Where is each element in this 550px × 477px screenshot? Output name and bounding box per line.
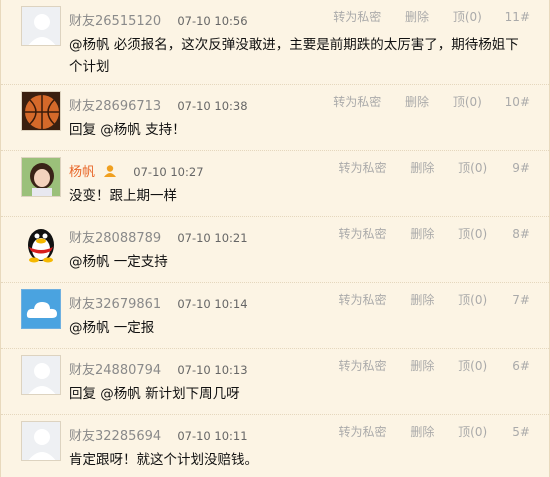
user-name-link[interactable]: 财友32679861 [69,297,161,312]
comment-item: 财友26515120 07-10 10:56 转为私密 删除 顶(0) 11# … [1,0,550,85]
user-name-link[interactable]: 财友24880794 [69,363,161,378]
floor-number: 10# [504,95,530,109]
comment-text: 没变！跟上期一样 [69,188,177,204]
upvote-link[interactable]: 顶(0) [458,423,506,440]
delete-link[interactable]: 删除 [410,225,454,242]
delete-link[interactable]: 删除 [410,291,454,308]
floor-number: 6# [512,359,530,373]
comment-text: 回复 @杨帆 支持！ [69,122,186,138]
comment-meta: 财友24880794 07-10 10:13 [69,359,248,378]
floor-number: 8# [512,227,530,241]
upvote-link[interactable]: 顶(0) [458,291,506,308]
floor-number: 7# [512,293,530,307]
comment-time: 07-10 10:38 [177,99,248,113]
user-name-link[interactable]: 财友28696713 [69,99,161,114]
comment-time: 07-10 10:21 [177,231,248,245]
make-private-link[interactable]: 转为私密 [333,93,401,110]
comment-actions: 转为私密 删除 顶(0) 7# [339,291,530,308]
make-private-link[interactable]: 转为私密 [339,357,407,374]
comment-meta: 财友32285694 07-10 10:11 [69,425,248,444]
cloud-avatar[interactable] [21,289,61,329]
comment-actions: 转为私密 删除 顶(0) 10# [333,93,530,110]
basketball-photo-avatar[interactable] [21,91,61,131]
user-name-link[interactable]: 财友26515120 [69,14,161,29]
comment-actions: 转为私密 删除 顶(0) 6# [339,357,530,374]
verified-user-icon [103,164,117,182]
upvote-link[interactable]: 顶(0) [453,8,501,25]
upvote-link[interactable]: 顶(0) [458,159,506,176]
default-avatar-icon[interactable] [21,421,61,461]
comment-item: 财友32285694 07-10 10:11 转为私密 删除 顶(0) 5# 肯… [1,415,550,477]
comment-time: 07-10 10:27 [133,165,204,179]
comment-time: 07-10 10:11 [177,429,248,443]
user-name-link[interactable]: 财友28088789 [69,231,161,246]
user-name-link[interactable]: 财友32285694 [69,429,161,444]
make-private-link[interactable]: 转为私密 [333,8,401,25]
comment-meta: 杨帆 07-10 10:27 [69,161,204,182]
comment-text: @杨帆 一定报 [69,320,155,336]
delete-link[interactable]: 删除 [410,159,454,176]
comment-text: 回复 @杨帆 新计划下周几呀 [69,386,240,402]
girl-photo-avatar[interactable] [21,157,61,197]
comment-actions: 转为私密 删除 顶(0) 5# [339,423,530,440]
floor-number: 5# [512,425,530,439]
default-avatar-icon[interactable] [21,355,61,395]
comment-meta: 财友28088789 07-10 10:21 [69,227,248,246]
comment-text: @杨帆 必须报名，这次反弹没敢进，主要是前期跌的太厉害了，期待杨姐下个计划 [69,37,519,75]
comment-actions: 转为私密 删除 顶(0) 8# [339,225,530,242]
upvote-link[interactable]: 顶(0) [458,357,506,374]
comment-time: 07-10 10:56 [177,14,248,28]
comment-meta: 财友32679861 07-10 10:14 [69,293,248,312]
comment-item: 杨帆 07-10 10:27 转为私密 删除 顶(0) 9# 没变！跟上期一样 [1,151,550,217]
delete-link[interactable]: 删除 [405,8,449,25]
comment-time: 07-10 10:14 [177,297,248,311]
comment-item: 财友28696713 07-10 10:38 转为私密 删除 顶(0) 10# … [1,85,550,151]
make-private-link[interactable]: 转为私密 [339,423,407,440]
comment-list: 财友26515120 07-10 10:56 转为私密 删除 顶(0) 11# … [0,0,550,477]
comment-text: @杨帆 一定支持 [69,254,168,270]
qq-penguin-avatar[interactable] [21,223,61,263]
comment-item: 财友24880794 07-10 10:13 转为私密 删除 顶(0) 6# 回… [1,349,550,415]
delete-link[interactable]: 删除 [410,423,454,440]
comment-item: 财友32679861 07-10 10:14 转为私密 删除 顶(0) 7# @… [1,283,550,349]
comment-text: 肯定跟呀！就这个计划没赔钱。 [69,452,258,468]
upvote-link[interactable]: 顶(0) [453,93,501,110]
delete-link[interactable]: 删除 [405,93,449,110]
comment-actions: 转为私密 删除 顶(0) 11# [333,8,530,25]
delete-link[interactable]: 删除 [410,357,454,374]
comment-meta: 财友28696713 07-10 10:38 [69,95,248,114]
comment-actions: 转为私密 删除 顶(0) 9# [339,159,530,176]
make-private-link[interactable]: 转为私密 [339,291,407,308]
make-private-link[interactable]: 转为私密 [339,159,407,176]
upvote-link[interactable]: 顶(0) [458,225,506,242]
comment-item: 财友28088789 07-10 10:21 转为私密 删除 顶(0) 8# @… [1,217,550,283]
floor-number: 11# [504,10,530,24]
default-avatar-icon[interactable] [21,6,61,46]
user-name-link[interactable]: 杨帆 [69,165,95,180]
floor-number: 9# [512,161,530,175]
make-private-link[interactable]: 转为私密 [339,225,407,242]
comment-meta: 财友26515120 07-10 10:56 [69,10,248,29]
comment-time: 07-10 10:13 [177,363,248,377]
